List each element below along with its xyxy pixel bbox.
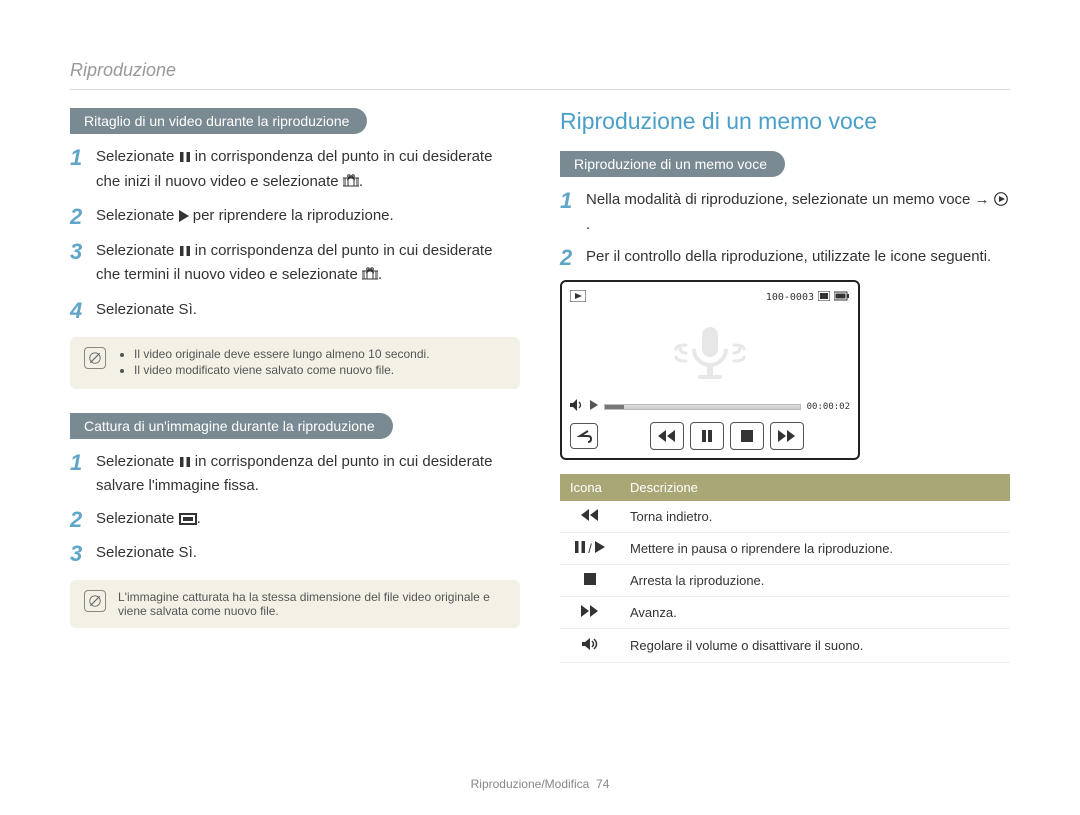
microphone-icon bbox=[650, 319, 770, 389]
section-header: Riproduzione bbox=[70, 60, 1010, 90]
page-title: Riproduzione di un memo voce bbox=[560, 108, 1010, 135]
note-icon bbox=[84, 347, 106, 369]
pill-ritaglio: Ritaglio di un video durante la riproduz… bbox=[70, 108, 367, 134]
pause-icon bbox=[179, 242, 191, 265]
rewind-icon bbox=[581, 509, 599, 524]
scissors-film-icon bbox=[343, 173, 359, 196]
step-number: 4 bbox=[70, 299, 86, 323]
step-text: Selezionate bbox=[96, 510, 179, 527]
rewind-button[interactable] bbox=[650, 422, 684, 450]
step-3: 3 Selezionate in corrispondenza del punt… bbox=[70, 240, 520, 289]
stop-button[interactable] bbox=[730, 422, 764, 450]
table-header-descrizione: Descrizione bbox=[620, 474, 1010, 501]
capture-step-3: 3 Selezionate Sì. bbox=[70, 542, 520, 566]
right-column: Riproduzione di un memo voce Riproduzion… bbox=[560, 108, 1010, 663]
table-row: Avanza. bbox=[560, 597, 1010, 629]
memory-icon bbox=[818, 291, 830, 304]
step-text: Selezionate bbox=[96, 207, 179, 224]
footer-page: 74 bbox=[596, 777, 609, 791]
table-cell: Torna indietro. bbox=[620, 501, 1010, 533]
pause-icon bbox=[575, 541, 585, 556]
left-column: Ritaglio di un video durante la riproduz… bbox=[70, 108, 520, 663]
forward-button[interactable] bbox=[770, 422, 804, 450]
capture-step-1: 1 Selezionate in corrispondenza del punt… bbox=[70, 451, 520, 498]
step-number: 1 bbox=[70, 146, 86, 170]
play-icon[interactable] bbox=[590, 400, 598, 413]
memo-step-2: 2 Per il controllo della riproduzione, u… bbox=[560, 246, 1010, 270]
step-2: 2 Selezionate per riprendere la riproduz… bbox=[70, 205, 520, 230]
footer-label: Riproduzione/Modifica bbox=[471, 777, 590, 791]
table-cell: Mettere in pausa o riprendere la riprodu… bbox=[620, 533, 1010, 565]
play-icon bbox=[179, 207, 189, 230]
step-number: 2 bbox=[70, 508, 86, 532]
table-cell: Avanza. bbox=[620, 597, 1010, 629]
step-text: Selezionate Sì. bbox=[96, 542, 197, 565]
note-text: L'immagine catturata ha la stessa dimens… bbox=[118, 590, 506, 618]
step-text: Nella modalità di riproduzione, selezion… bbox=[586, 191, 994, 208]
capture-step-2: 2 Selezionate . bbox=[70, 508, 520, 533]
icon-table: Icona Descrizione Torna indietro. / Mett… bbox=[560, 474, 1010, 663]
page-footer: Riproduzione/Modifica 74 bbox=[0, 777, 1080, 791]
step-text: Per il controllo della riproduzione, uti… bbox=[586, 246, 991, 269]
step-text: Selezionate bbox=[96, 453, 179, 470]
table-cell: Arresta la riproduzione. bbox=[620, 565, 1010, 597]
step-text: Selezionate bbox=[96, 148, 179, 165]
back-button[interactable] bbox=[570, 423, 598, 449]
pill-memo: Riproduzione di un memo voce bbox=[560, 151, 785, 177]
note-icon bbox=[84, 590, 106, 612]
step-number: 1 bbox=[70, 451, 86, 475]
playback-time: 00:00:02 bbox=[807, 402, 850, 412]
device-mockup: 100-0003 bbox=[560, 280, 860, 460]
step-1: 1 Selezionate in corrispondenza del punt… bbox=[70, 146, 520, 195]
step-text: Selezionate bbox=[96, 242, 179, 259]
forward-icon bbox=[581, 605, 599, 620]
step-number: 2 bbox=[70, 205, 86, 229]
table-row: Arresta la riproduzione. bbox=[560, 565, 1010, 597]
progress-bar[interactable] bbox=[604, 404, 801, 410]
table-row: Torna indietro. bbox=[560, 501, 1010, 533]
note-text: Il video originale deve essere lungo alm… bbox=[134, 347, 430, 361]
pause-icon bbox=[179, 453, 191, 476]
table-cell: Regolare il volume o disattivare il suon… bbox=[620, 629, 1010, 663]
scissors-film-icon bbox=[362, 266, 378, 289]
playback-mode-icon bbox=[570, 290, 586, 305]
note-box: L'immagine catturata ha la stessa dimens… bbox=[70, 580, 520, 628]
step-text: per riprendere la riproduzione. bbox=[193, 207, 394, 224]
volume-icon bbox=[582, 639, 598, 654]
play-icon bbox=[595, 541, 605, 556]
pause-button[interactable] bbox=[690, 422, 724, 450]
step-number: 2 bbox=[560, 246, 576, 270]
film-capture-icon bbox=[179, 510, 197, 533]
pill-cattura: Cattura di un'immagine durante la riprod… bbox=[70, 413, 393, 439]
note-text: Il video modificato viene salvato come n… bbox=[134, 363, 430, 377]
volume-icon[interactable] bbox=[570, 399, 584, 414]
pause-icon bbox=[179, 148, 191, 171]
note-box: Il video originale deve essere lungo alm… bbox=[70, 337, 520, 389]
table-header-icona: Icona bbox=[560, 474, 620, 501]
step-number: 3 bbox=[70, 240, 86, 264]
step-4: 4 Selezionate Sì. bbox=[70, 299, 520, 323]
step-number: 3 bbox=[70, 542, 86, 566]
step-number: 1 bbox=[560, 189, 576, 213]
table-row: / Mettere in pausa o riprendere la ripro… bbox=[560, 533, 1010, 565]
table-row: Regolare il volume o disattivare il suon… bbox=[560, 629, 1010, 663]
play-circle-icon bbox=[994, 191, 1008, 214]
file-number: 100-0003 bbox=[766, 292, 814, 303]
step-text: Selezionate Sì. bbox=[96, 299, 197, 322]
memo-step-1: 1 Nella modalità di riproduzione, selezi… bbox=[560, 189, 1010, 236]
battery-icon bbox=[834, 291, 850, 304]
stop-icon bbox=[584, 573, 596, 588]
